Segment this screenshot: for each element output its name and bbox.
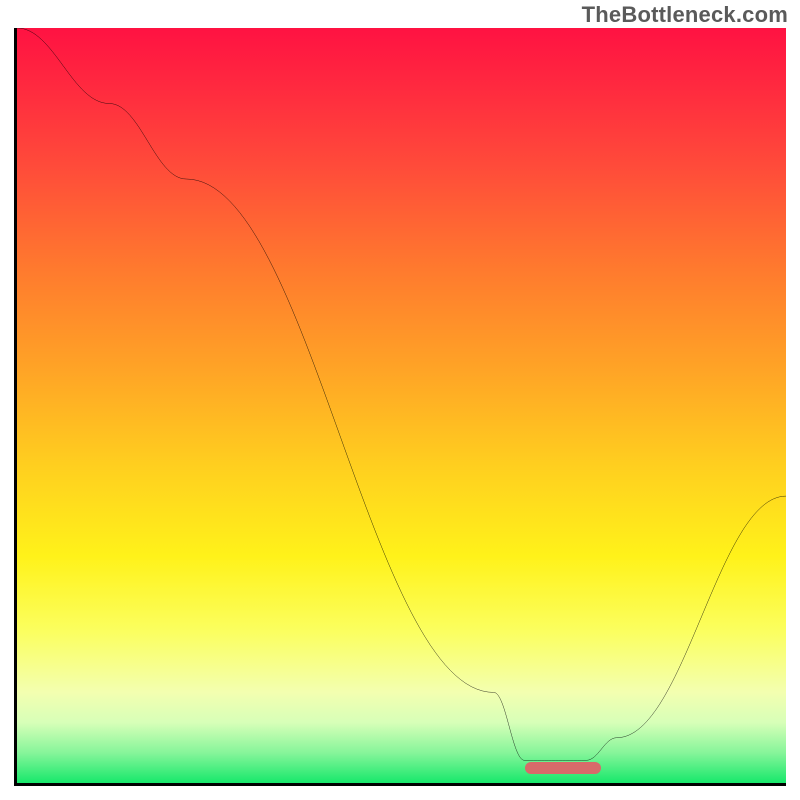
chart-line xyxy=(17,28,786,783)
chart-area xyxy=(14,28,786,786)
chart-marker xyxy=(525,762,602,774)
watermark-text: TheBottleneck.com xyxy=(582,2,788,28)
